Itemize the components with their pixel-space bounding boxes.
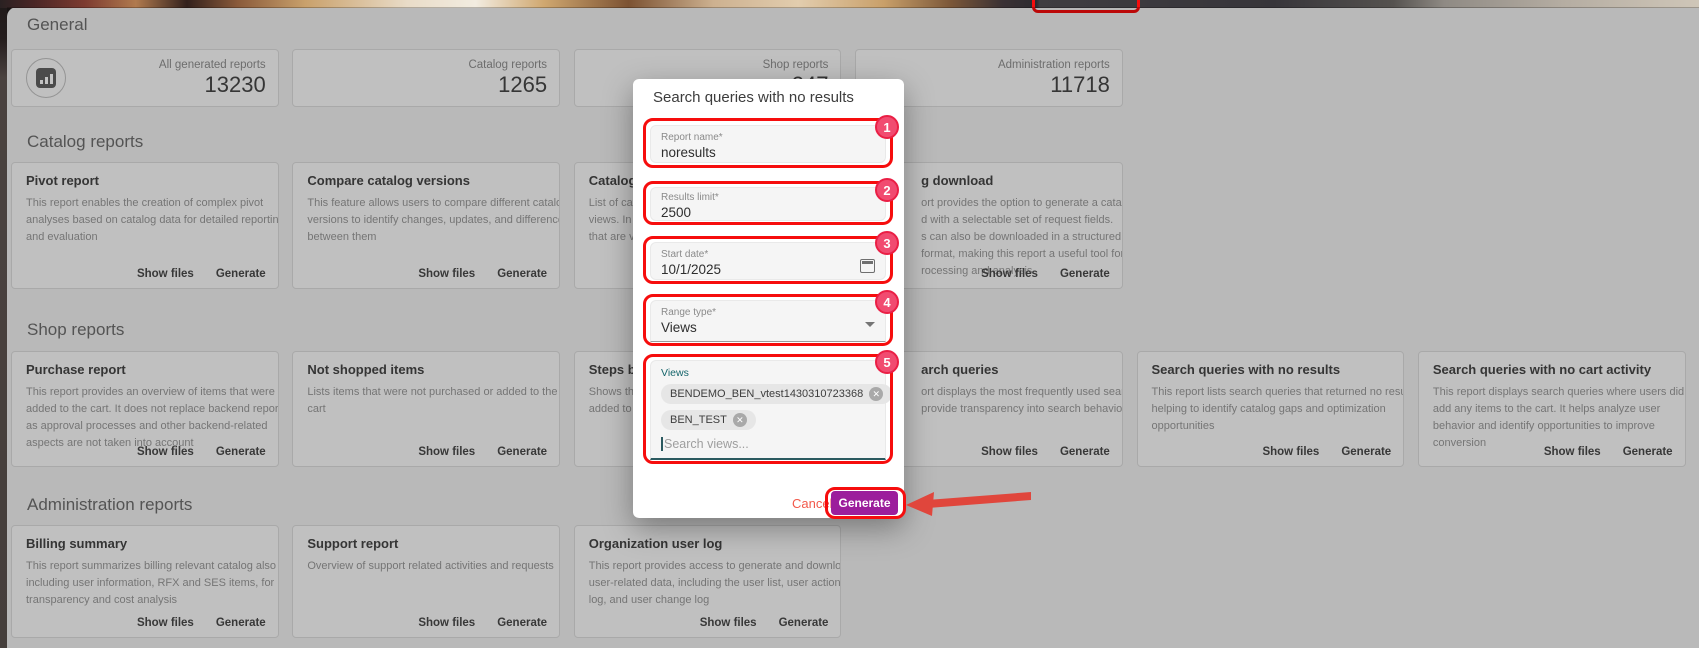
screen: General All generated reports 13230 Cata… <box>0 0 1699 648</box>
annotation-badge-2: 2 <box>875 178 899 202</box>
annotation-box-generate <box>825 487 906 519</box>
annotation-badge-1: 1 <box>875 115 899 139</box>
annotation-badge-4: 4 <box>875 290 899 314</box>
annotation-badge-5: 5 <box>875 350 899 374</box>
annotation-arrow <box>903 488 1035 518</box>
annotation-box-1 <box>643 118 893 168</box>
annotation-box-3 <box>643 236 893 284</box>
annotation-box-4 <box>643 294 893 346</box>
dialog-title: Search queries with no results <box>653 89 854 106</box>
annotation-box-2 <box>643 181 893 225</box>
annotation-box-5 <box>643 354 893 464</box>
annotation-badge-3: 3 <box>875 231 899 255</box>
